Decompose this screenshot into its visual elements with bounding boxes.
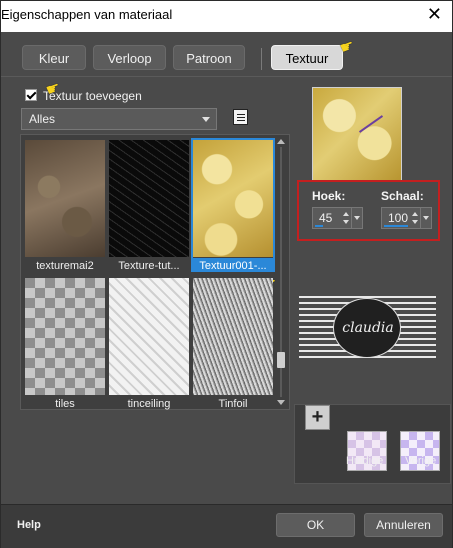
texture-preview (312, 87, 402, 181)
watermark-logo: claudia (299, 296, 436, 362)
texture-thumb[interactable]: Textuur001-... ☛ (191, 138, 280, 296)
ok-button[interactable]: OK (276, 513, 355, 537)
spin-arrows-icon[interactable] (343, 210, 351, 226)
cancel-button[interactable]: Annuleren (364, 513, 443, 537)
window-title: Eigenschappen van materiaal (1, 7, 173, 22)
texture-caption: Tinfoil (218, 398, 248, 410)
tab-verloop[interactable]: Verloop (93, 45, 166, 70)
tab-textuur[interactable]: Textuur (271, 45, 343, 70)
texture-caption: texturemai2 (36, 260, 94, 272)
texture-caption: tinceiling (127, 398, 171, 410)
texture-caption: tiles (55, 398, 75, 410)
logo-circle: claudia (333, 298, 401, 358)
texture-image (25, 140, 105, 257)
angle-slider-fill (315, 225, 323, 227)
texture-thumb[interactable]: tinceiling (109, 278, 189, 410)
angle-label: Hoek: (312, 189, 346, 203)
texture-image (25, 278, 105, 395)
scale-label: Schaal: (381, 189, 424, 203)
current-swatch-label: Huidige (346, 455, 384, 467)
texture-thumb[interactable]: texturemai2 (25, 140, 105, 272)
scale-slider-fill (384, 225, 408, 227)
chevron-down-icon[interactable] (351, 208, 362, 228)
logo-text: claudia (342, 320, 394, 336)
texture-image (109, 140, 189, 257)
help-link[interactable]: Help (17, 519, 41, 531)
scroll-up-icon[interactable] (277, 139, 285, 144)
wand-icon (358, 115, 384, 133)
texture-image (193, 278, 273, 395)
tab-bar: Kleur Verloop Patroon Textuur ☛ (1, 34, 452, 77)
chevron-down-icon[interactable] (420, 208, 431, 228)
texture-caption: Texture-tut... (118, 260, 180, 272)
texture-thumb[interactable]: Tinfoil (193, 278, 273, 410)
scale-value: 100 (388, 211, 409, 225)
texture-gallery: texturemai2 Texture-tut... Textuur001-..… (20, 134, 290, 410)
library-icon[interactable] (233, 109, 248, 125)
angle-value: 45 (319, 211, 333, 225)
scale-spinner[interactable]: 100 (381, 207, 432, 229)
angle-spinner[interactable]: 45 (312, 207, 363, 229)
tab-patroon[interactable]: Patroon (173, 45, 245, 70)
material-properties-dialog: Eigenschappen van materiaal ✕ Kleur Verl… (0, 0, 453, 548)
add-swatch-button[interactable]: + (305, 405, 330, 430)
scroll-thumb[interactable] (277, 352, 285, 368)
scroll-down-icon[interactable] (277, 400, 285, 405)
gallery-scrollbar[interactable] (276, 137, 286, 407)
previous-swatch-label: Vorige (405, 455, 437, 467)
texture-thumb[interactable]: Texture-tut... (109, 140, 189, 272)
add-texture-checkbox[interactable] (25, 89, 37, 101)
texture-thumb[interactable]: tiles (25, 278, 105, 410)
texture-image (193, 140, 273, 257)
spin-arrows-icon[interactable] (412, 210, 420, 226)
category-select-value: Alles (29, 112, 56, 126)
close-icon[interactable]: ✕ (427, 3, 442, 25)
texture-caption: Textuur001-... (191, 260, 275, 272)
title-bar: Eigenschappen van materiaal ✕ (1, 1, 452, 32)
chevron-down-icon (202, 117, 210, 122)
tab-separator (261, 48, 262, 70)
texture-image (109, 278, 189, 395)
category-select[interactable]: Alles (21, 108, 217, 130)
tab-kleur[interactable]: Kleur (22, 45, 86, 70)
